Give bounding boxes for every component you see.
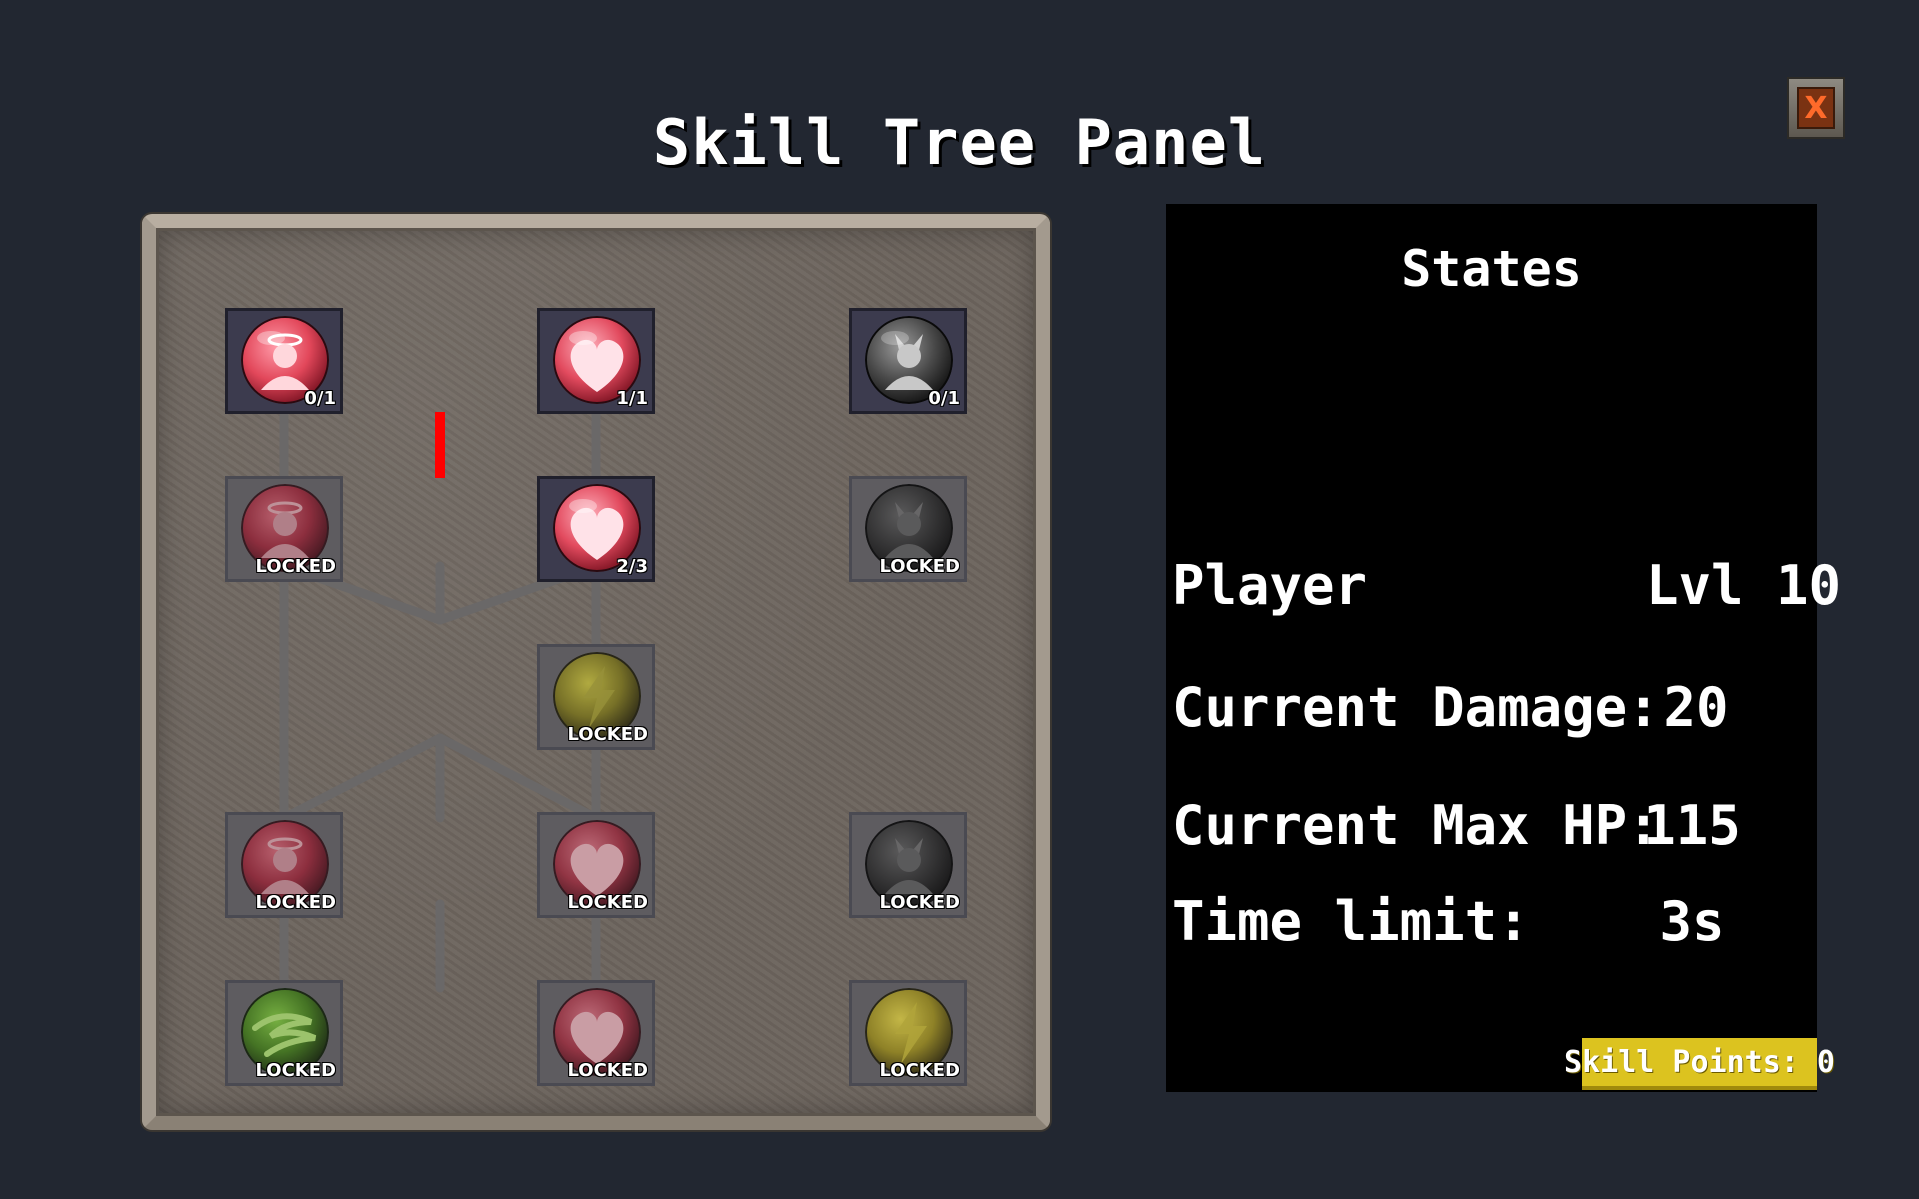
skill-node-demon-3[interactable]: LOCKED bbox=[849, 812, 967, 918]
skill-node-angel-2[interactable]: LOCKED bbox=[225, 476, 343, 582]
skill-level-label: 0/1 bbox=[304, 388, 336, 409]
skill-level-label: 2/3 bbox=[616, 556, 648, 577]
damage-value: 20 bbox=[1663, 676, 1729, 739]
link-lightning-angel3 bbox=[279, 733, 445, 823]
locked-label: LOCKED bbox=[879, 1060, 960, 1081]
locked-label: LOCKED bbox=[255, 556, 336, 577]
locked-label: LOCKED bbox=[567, 1060, 648, 1081]
skill-node-heart-2[interactable]: 2/3 bbox=[537, 476, 655, 582]
close-button[interactable]: X bbox=[1787, 77, 1845, 139]
skill-node-angel-1[interactable]: 0/1 bbox=[225, 308, 343, 414]
stats-heading: States bbox=[1401, 240, 1582, 298]
locked-label: LOCKED bbox=[879, 556, 960, 577]
skill-node-lightning-2[interactable]: LOCKED bbox=[849, 980, 967, 1086]
locked-label: LOCKED bbox=[567, 892, 648, 913]
close-icon: X bbox=[1797, 87, 1835, 129]
time-limit-value: 3s bbox=[1659, 890, 1725, 953]
skill-node-wind-1[interactable]: LOCKED bbox=[225, 980, 343, 1086]
locked-label: LOCKED bbox=[255, 1060, 336, 1081]
skill-node-lightning-1[interactable]: LOCKED bbox=[537, 644, 655, 750]
damage-label: Current Damage: bbox=[1172, 676, 1660, 739]
skill-node-angel-3[interactable]: LOCKED bbox=[225, 812, 343, 918]
locked-label: LOCKED bbox=[567, 724, 648, 745]
player-label: Player bbox=[1172, 554, 1368, 617]
player-level-value: Lvl 10 bbox=[1646, 554, 1842, 617]
skill-node-heart-3[interactable]: LOCKED bbox=[537, 812, 655, 918]
locked-label: LOCKED bbox=[255, 892, 336, 913]
skill-node-heart-4[interactable]: LOCKED bbox=[537, 980, 655, 1086]
skill-points-badge: Skill Points: 0 bbox=[1564, 1038, 1835, 1090]
link-lightning-demon3 bbox=[435, 733, 601, 823]
skill-node-demon-2[interactable]: LOCKED bbox=[849, 476, 967, 582]
time-limit-label: Time limit: bbox=[1172, 890, 1530, 953]
max-hp-label: Current Max HP: bbox=[1172, 794, 1660, 857]
skill-node-demon-1[interactable]: 0/1 bbox=[849, 308, 967, 414]
stats-panel: States Player Lvl 10 Current Damage: 20 … bbox=[1166, 204, 1842, 1092]
page-title: Skill Tree Panel bbox=[652, 106, 1267, 179]
locked-label: LOCKED bbox=[879, 892, 960, 913]
skill-tree-board: 0/1 1/1 0/1 LOCKED 2/3 LOCKED LOCKED LOC… bbox=[142, 214, 1050, 1130]
skill-level-label: 1/1 bbox=[616, 388, 648, 409]
skill-level-label: 0/1 bbox=[928, 388, 960, 409]
skill-node-heart-1[interactable]: 1/1 bbox=[537, 308, 655, 414]
max-hp-value: 115 bbox=[1643, 794, 1741, 857]
